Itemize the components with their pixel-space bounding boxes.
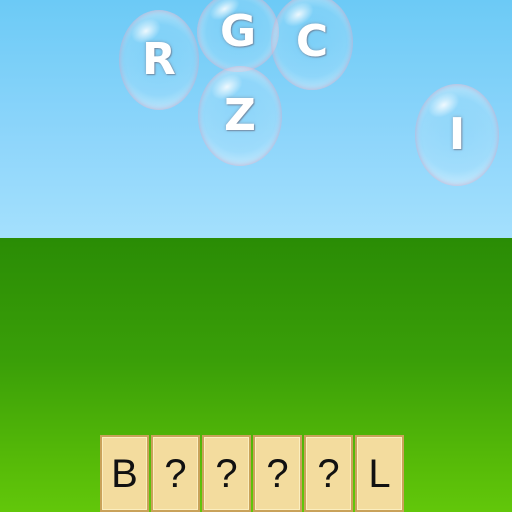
tile-letter: L [368,451,391,496]
word-tile: ? [253,435,302,512]
letter-bubble-r[interactable]: R [119,10,199,110]
tile-letter: B [111,451,138,496]
word-tile: ? [151,435,200,512]
bubble-letter: I [448,109,466,160]
bubble-letter: Z [224,90,256,141]
word-tile: B [100,435,149,512]
tile-letter: ? [317,451,340,496]
letter-bubble-i[interactable]: I [415,84,499,186]
bubble-letter: C [295,16,329,67]
word-tile: L [355,435,404,512]
tile-letter: ? [215,451,238,496]
game-stage: R G C Z I B ? ? ? ? L [0,0,512,512]
word-tile: ? [304,435,353,512]
word-tile-row: B ? ? ? ? L [100,435,404,512]
bubble-letter: R [142,34,176,85]
word-tile: ? [202,435,251,512]
tile-letter: ? [164,451,187,496]
bubble-letter: G [219,6,257,57]
tile-letter: ? [266,451,289,496]
letter-bubble-z[interactable]: Z [198,66,282,166]
